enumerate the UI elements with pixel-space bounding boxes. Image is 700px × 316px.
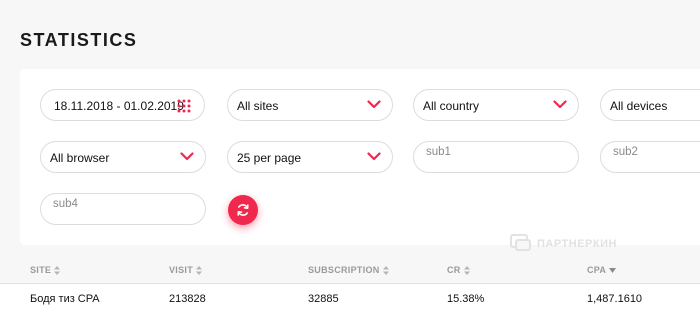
devices-select-value: All devices: [610, 99, 668, 113]
sub1-placeholder: sub1: [426, 146, 451, 158]
refresh-button[interactable]: [228, 195, 258, 225]
sub1-input[interactable]: sub1: [413, 141, 579, 173]
chevron-down-icon: [367, 152, 381, 161]
date-range-picker[interactable]: 18.11.2018 - 01.02.2019: [40, 89, 205, 121]
chevron-down-icon: [367, 100, 381, 109]
country-select[interactable]: All country: [413, 89, 579, 121]
refresh-icon: [237, 204, 249, 216]
watermark: ПАРТНЕРКИН: [510, 234, 617, 254]
chevron-down-icon: [180, 152, 194, 161]
table-header: SITE VISIT SUBSCRIPTION CR CPA: [0, 258, 700, 284]
column-site[interactable]: SITE: [30, 265, 61, 275]
page-title: STATISTICS: [20, 30, 138, 50]
column-site-label: SITE: [30, 265, 52, 275]
column-visit-label: VISIT: [169, 265, 194, 275]
cell-cpa: 1,487.1610: [587, 293, 643, 305]
site-select-value: All sites: [237, 99, 279, 113]
site-select[interactable]: All sites: [227, 89, 393, 121]
sub4-input[interactable]: sub4: [40, 193, 206, 225]
sort-icon: [463, 265, 470, 275]
sort-icon: [54, 265, 61, 275]
date-range-value: 18.11.2018 - 01.02.2019: [54, 99, 184, 113]
column-subscription-label: SUBSCRIPTION: [308, 265, 380, 275]
cell-subscription: 32885: [308, 293, 339, 305]
cell-visit: 213828: [169, 293, 206, 305]
column-cpa[interactable]: CPA: [587, 265, 617, 275]
sub2-input[interactable]: sub2: [600, 141, 700, 173]
column-cr-label: CR: [447, 265, 461, 275]
browser-select[interactable]: All browser: [40, 141, 206, 173]
chat-logo-icon: [510, 234, 531, 251]
sub2-placeholder: sub2: [613, 146, 638, 158]
chevron-down-icon: [553, 100, 567, 109]
calendar-dots-icon: [177, 99, 191, 113]
sort-desc-icon: [609, 267, 617, 273]
column-subscription[interactable]: SUBSCRIPTION: [308, 265, 389, 275]
browser-select-value: All browser: [50, 151, 110, 165]
column-visit[interactable]: VISIT: [169, 265, 203, 275]
sort-icon: [382, 265, 389, 275]
per-page-value: 25 per page: [237, 151, 302, 165]
cell-site: Бодя тиз CPA: [30, 293, 100, 305]
cell-cr: 15.38%: [447, 293, 485, 305]
column-cr[interactable]: CR: [447, 265, 470, 275]
per-page-select[interactable]: 25 per page: [227, 141, 393, 173]
devices-select[interactable]: All devices: [600, 89, 700, 121]
watermark-text: ПАРТНЕРКИН: [537, 238, 617, 250]
country-select-value: All country: [423, 99, 480, 113]
sub4-placeholder: sub4: [53, 198, 78, 210]
table-row[interactable]: Бодя тиз CPA 213828 32885 15.38% 1,487.1…: [0, 284, 700, 316]
column-cpa-label: CPA: [587, 265, 607, 275]
sort-icon: [196, 265, 203, 275]
